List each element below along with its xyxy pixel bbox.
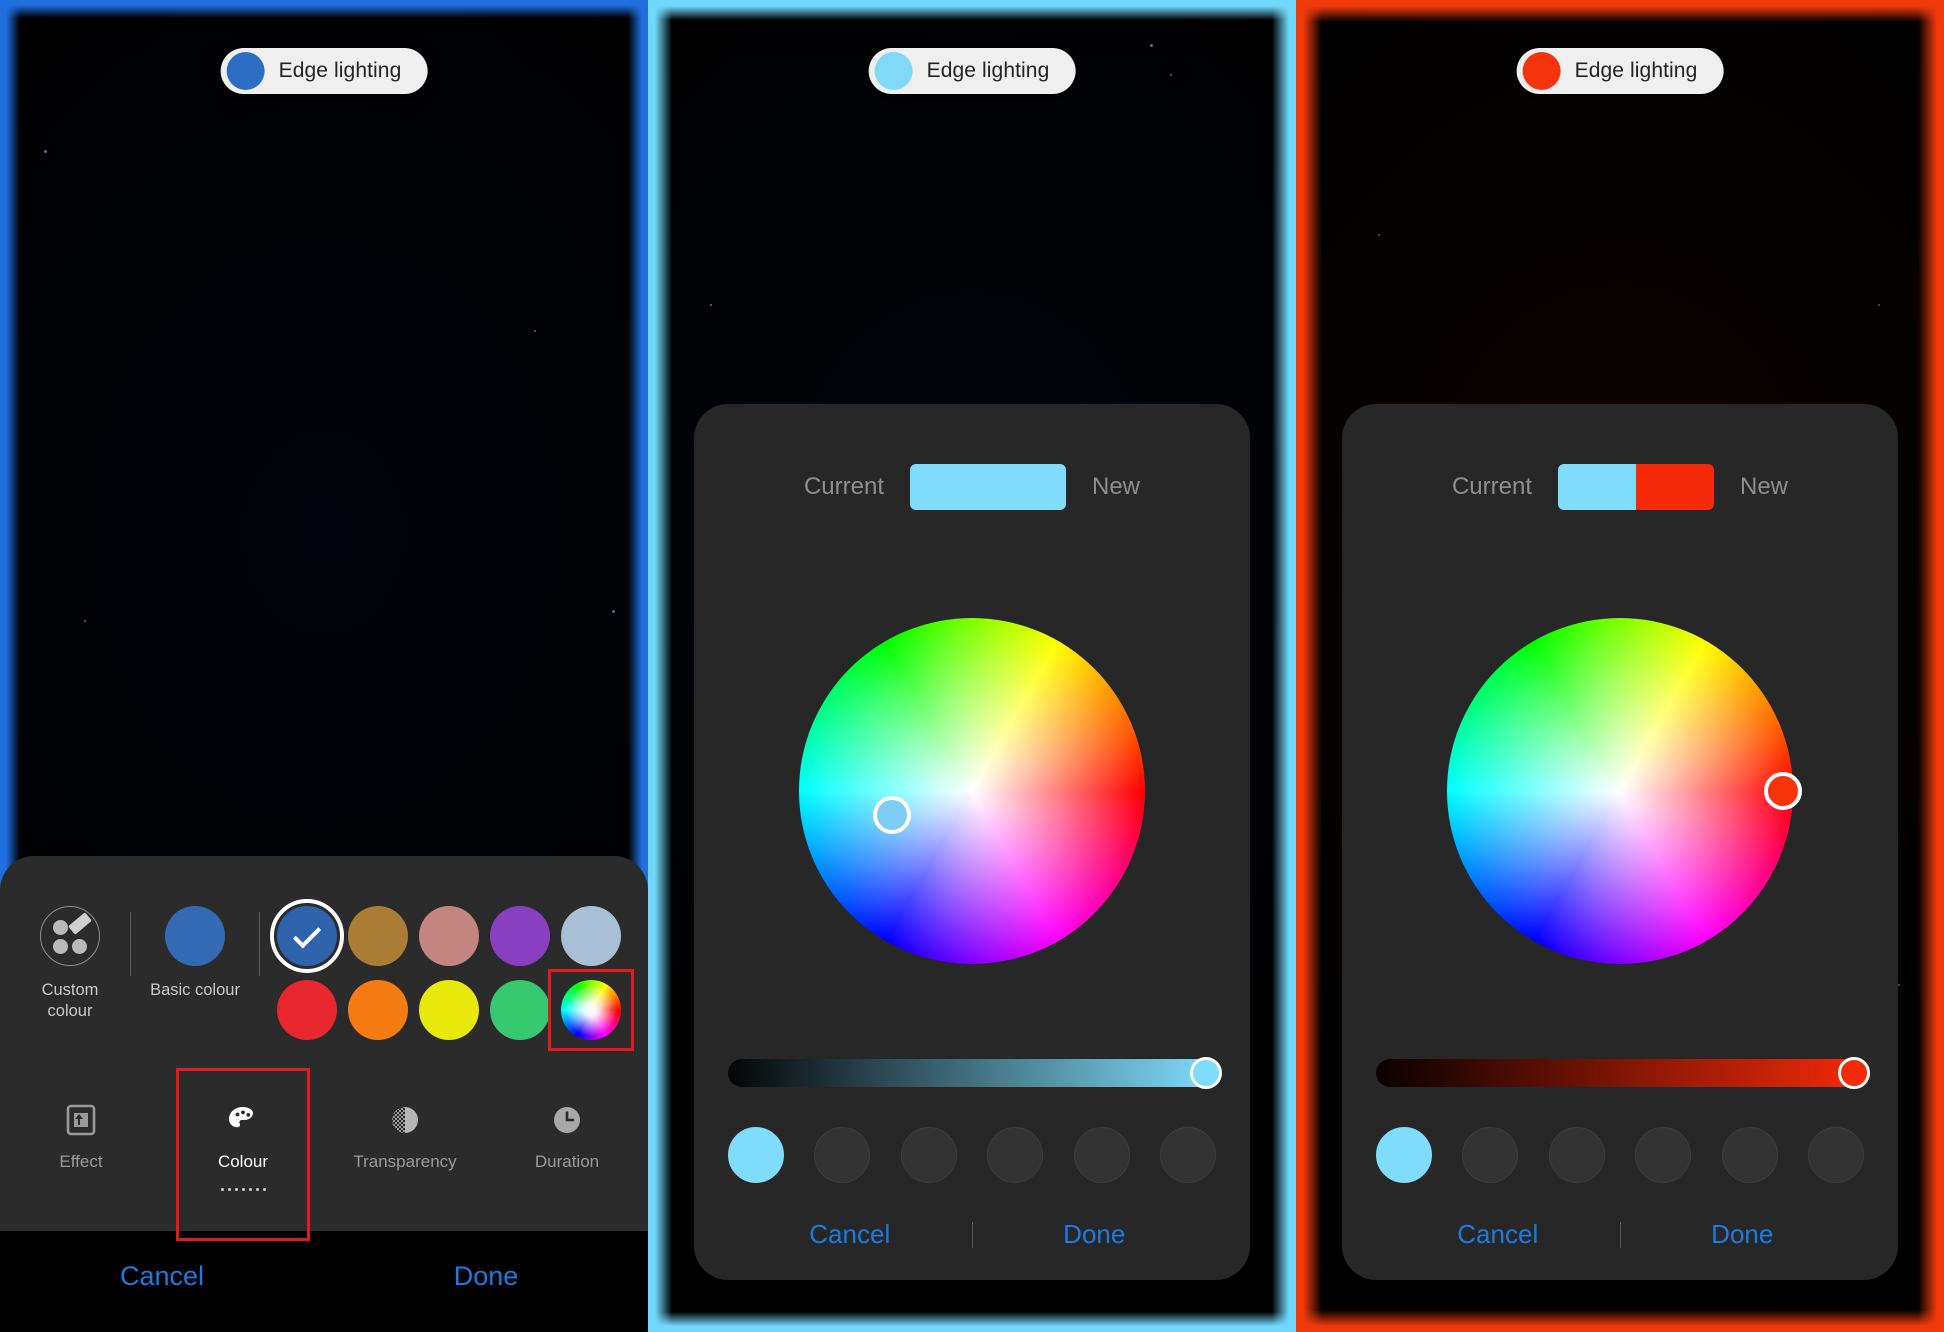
colour-wheel[interactable] bbox=[799, 617, 1145, 964]
dialog-footer: Cancel Done bbox=[728, 1193, 1216, 1280]
colour-wheel-cursor[interactable] bbox=[1763, 771, 1802, 810]
edge-lighting-pill-1[interactable]: Edge lighting bbox=[220, 48, 428, 94]
tab-transparency[interactable]: Transparency bbox=[324, 1086, 486, 1205]
recent-colour-4[interactable] bbox=[987, 1127, 1044, 1183]
tab-duration-label: Duration bbox=[534, 1152, 600, 1171]
edge-lighting-pill-3[interactable]: Edge lighting bbox=[1516, 48, 1724, 94]
recent-colour-5[interactable] bbox=[1721, 1127, 1778, 1183]
tab-duration[interactable]: Duration bbox=[486, 1086, 648, 1205]
edge-lighting-pill-2[interactable]: Edge lighting bbox=[868, 48, 1076, 94]
current-new-swatch bbox=[910, 464, 1066, 510]
tab-effect-label: Effect bbox=[59, 1152, 103, 1171]
custom-colour-label: Custom colour bbox=[42, 980, 99, 1021]
recent-colour-5[interactable] bbox=[1073, 1127, 1130, 1183]
cancel-button[interactable]: Cancel bbox=[1376, 1219, 1620, 1250]
colour-wheel-cursor[interactable] bbox=[873, 795, 912, 834]
highlight-box-colour-tab bbox=[176, 1068, 310, 1241]
recent-colour-1[interactable] bbox=[1376, 1127, 1432, 1183]
brightness-slider-knob[interactable] bbox=[1838, 1057, 1871, 1089]
cancel-button[interactable]: Cancel bbox=[0, 1261, 324, 1292]
swatch-green[interactable] bbox=[489, 980, 550, 1040]
sheet-tab-bar: Effect Colour Transparency Duration bbox=[0, 1046, 648, 1241]
swatch-red[interactable] bbox=[277, 980, 338, 1040]
colour-wheel-container bbox=[1376, 528, 1864, 1053]
recent-colour-3[interactable] bbox=[900, 1127, 957, 1183]
swatch-orange[interactable] bbox=[348, 980, 409, 1040]
recent-colour-3[interactable] bbox=[1548, 1127, 1605, 1183]
swatch-purple[interactable] bbox=[489, 906, 550, 966]
colour-swatch-area: Custom colour Basic colour bbox=[0, 882, 648, 1051]
edge-lighting-dot-icon bbox=[874, 52, 913, 90]
recent-colours-row bbox=[728, 1087, 1216, 1193]
done-button[interactable]: Done bbox=[324, 1261, 648, 1292]
sheet-footer: Cancel Done bbox=[0, 1231, 648, 1332]
edge-lighting-label: Edge lighting bbox=[926, 59, 1050, 82]
phone-panel-picker-cyan: Edge lighting Current New Cancel Done bbox=[648, 0, 1296, 1332]
current-new-row: Current New bbox=[1376, 430, 1864, 528]
recent-colour-4[interactable] bbox=[1635, 1127, 1692, 1183]
brightness-slider-knob[interactable] bbox=[1190, 1057, 1223, 1089]
highlight-box-colour-wheel bbox=[547, 969, 634, 1051]
current-colour-chip bbox=[1558, 464, 1636, 510]
current-new-swatch bbox=[1558, 464, 1714, 510]
colour-wheel-container bbox=[728, 528, 1216, 1053]
basic-colour-dot-icon bbox=[165, 906, 225, 966]
done-button[interactable]: Done bbox=[973, 1219, 1217, 1250]
done-button[interactable]: Done bbox=[1621, 1219, 1865, 1250]
recent-colour-6[interactable] bbox=[1159, 1127, 1216, 1183]
swatch-yellow[interactable] bbox=[418, 980, 479, 1040]
swatch-blue[interactable] bbox=[270, 899, 345, 973]
swatch-steel-blue[interactable] bbox=[560, 906, 621, 966]
effect-icon bbox=[61, 1100, 101, 1140]
current-new-row: Current New bbox=[728, 430, 1216, 528]
dialog-footer: Cancel Done bbox=[1376, 1193, 1864, 1280]
divider-2 bbox=[259, 912, 260, 976]
brightness-slider[interactable] bbox=[1376, 1057, 1871, 1089]
recent-colours-row bbox=[1376, 1087, 1864, 1193]
new-label: New bbox=[1740, 473, 1789, 500]
phone-panel-picker-red: Edge lighting Current New Cancel Done bbox=[1296, 0, 1944, 1332]
new-label: New bbox=[1092, 473, 1141, 500]
colour-swatch-grid bbox=[270, 899, 634, 1051]
cancel-button[interactable]: Cancel bbox=[728, 1219, 972, 1250]
edge-lighting-bottom-sheet: Custom colour Basic colour Effect Colour… bbox=[0, 856, 648, 1332]
edge-lighting-dot-icon bbox=[1522, 52, 1561, 90]
tab-colour[interactable]: Colour bbox=[162, 1068, 324, 1241]
current-label: Current bbox=[803, 473, 884, 500]
recent-colour-2[interactable] bbox=[1462, 1127, 1519, 1183]
brightness-slider[interactable] bbox=[728, 1057, 1223, 1089]
basic-colour-label: Basic colour bbox=[150, 981, 240, 999]
new-colour-chip bbox=[988, 464, 1066, 510]
tab-transparency-label: Transparency bbox=[353, 1152, 457, 1171]
tab-effect[interactable]: Effect bbox=[0, 1086, 162, 1205]
recent-colour-2[interactable] bbox=[814, 1127, 871, 1183]
recent-colour-1[interactable] bbox=[728, 1127, 784, 1183]
current-label: Current bbox=[1451, 473, 1532, 500]
custom-colour-button[interactable]: Custom colour bbox=[22, 906, 118, 1021]
basic-colour-button[interactable]: Basic colour bbox=[143, 906, 247, 1001]
phone-panel-basic-colour: Edge lighting Custom colour Basic colour… bbox=[0, 0, 648, 1332]
new-colour-chip bbox=[1636, 464, 1714, 510]
transparency-icon bbox=[385, 1100, 425, 1140]
swatch-dusty-rose[interactable] bbox=[418, 906, 479, 966]
swatch-bronze[interactable] bbox=[348, 906, 409, 966]
custom-colour-label-l2: colour bbox=[47, 1001, 93, 1020]
clock-icon bbox=[547, 1100, 587, 1140]
edge-lighting-label: Edge lighting bbox=[278, 59, 402, 82]
screenshot-stage: Edge lighting Custom colour Basic colour… bbox=[0, 0, 1944, 1332]
colour-picker-dialog-3: Current New Cancel Done bbox=[1342, 404, 1898, 1280]
custom-colour-label-l1: Custom bbox=[41, 981, 99, 999]
edge-lighting-label: Edge lighting bbox=[1574, 59, 1698, 82]
palette-edit-icon bbox=[40, 906, 100, 966]
current-colour-chip bbox=[910, 464, 988, 510]
recent-colour-6[interactable] bbox=[1807, 1127, 1864, 1183]
colour-picker-dialog-2: Current New Cancel Done bbox=[694, 404, 1250, 1280]
divider-1 bbox=[130, 912, 131, 976]
colour-wheel[interactable] bbox=[1447, 617, 1802, 964]
check-icon bbox=[293, 920, 322, 949]
edge-lighting-dot-icon bbox=[226, 52, 265, 90]
